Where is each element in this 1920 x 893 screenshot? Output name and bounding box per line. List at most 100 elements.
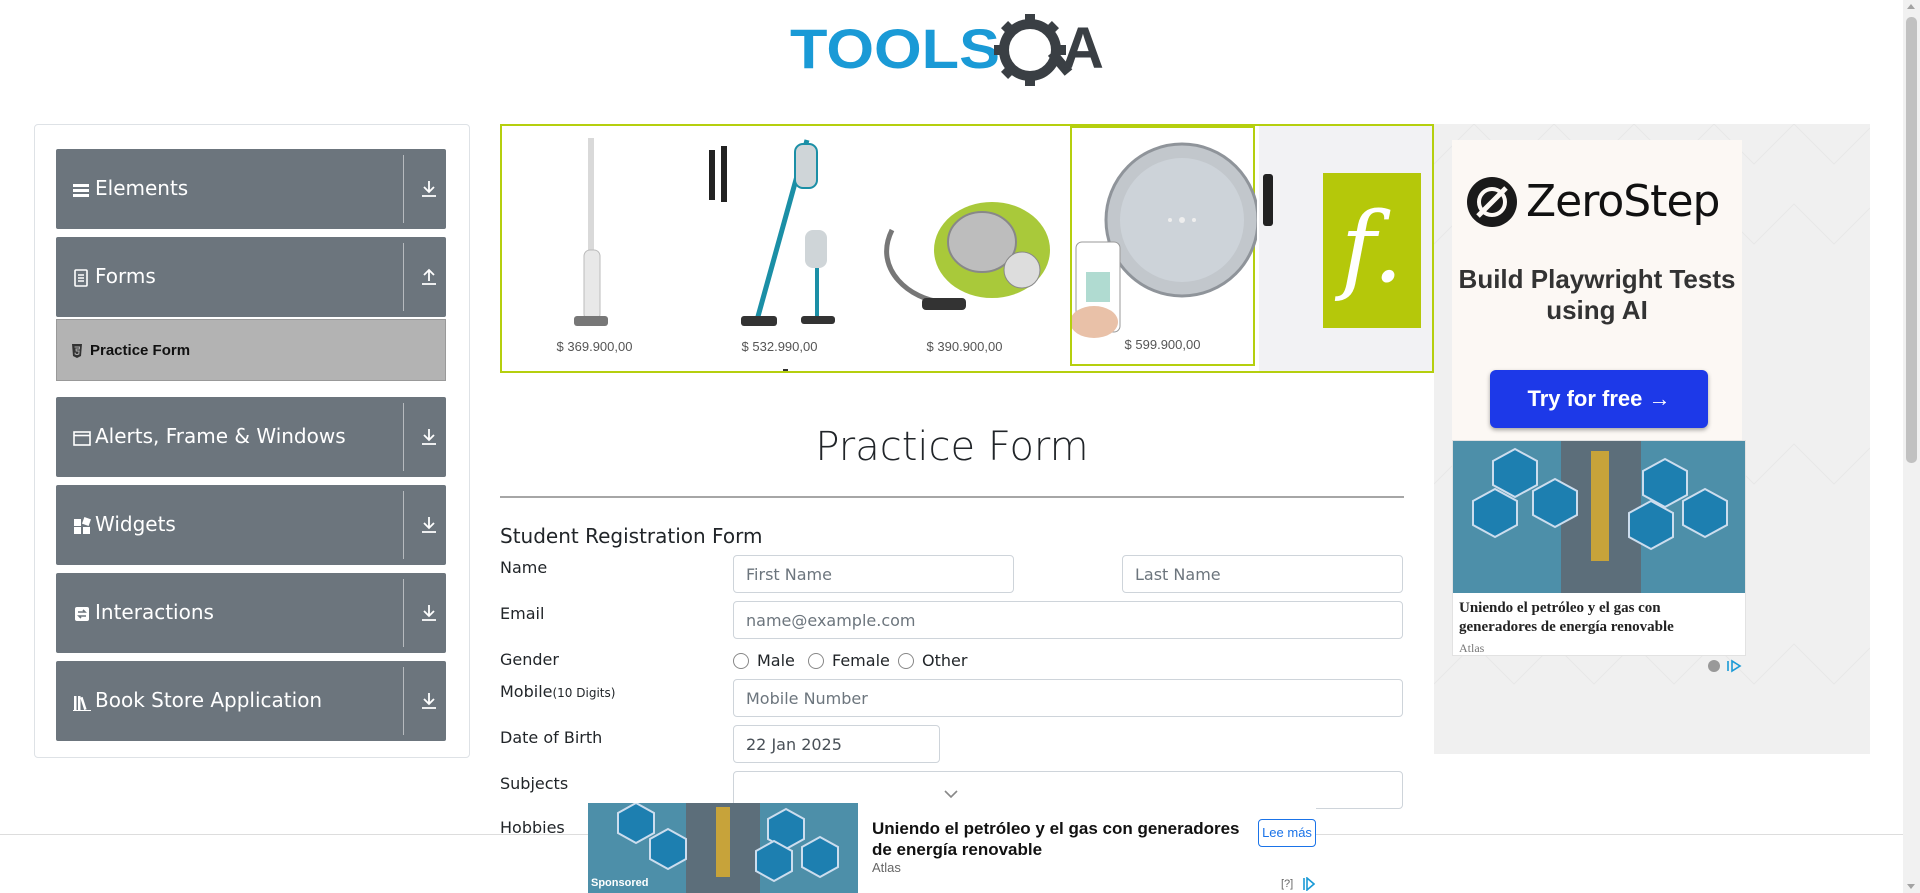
sidebar-group-interactions[interactable]: Interactions [56,573,446,653]
toolsqa-logo-icon: TOOLS A [790,14,1104,86]
stick-vacuum-image [574,138,608,326]
sidebar-item-label: Practice Form [90,342,191,359]
sidebar-group-widgets[interactable]: Widgets [56,485,446,565]
interactions-icon [75,607,89,621]
radio-circle[interactable] [733,653,749,669]
bottom-sponsored-ad[interactable]: Sponsored Uniendo el petróleo y el gas c… [588,803,1316,893]
email-label: Email [500,604,545,623]
mobile-label-text: Mobile [500,682,553,701]
read-more-button[interactable]: Lee más [1258,819,1316,847]
divider [403,667,404,735]
svg-text:TOOLS: TOOLS [790,17,1000,80]
zerostep-logo-icon [1467,177,1517,227]
adchoices-icon[interactable] [1301,877,1315,891]
mobile-hint: (10 Digits) [552,686,616,700]
cordless-vacuum-image [709,139,835,326]
bottom-ad-title[interactable]: Uniendo el petróleo y el gas con generad… [872,818,1252,860]
product-price: $ 390.900,00 [926,339,1003,354]
radio-label: Female [832,651,890,670]
falabella-logo[interactable]: f. [1323,173,1421,328]
sidebar-group-label: Forms [95,264,156,288]
article-image [1453,441,1745,593]
gender-label: Gender [500,650,559,669]
robot-vacuum-image [1072,142,1257,338]
try-for-free-button[interactable]: Try for free → [1490,370,1708,428]
product-price: $ 599.900,00 [1124,337,1201,352]
title-divider [500,496,1404,498]
divider [403,243,404,311]
carousel-indicator[interactable] [783,369,788,371]
radio-circle[interactable] [898,653,914,669]
sidebar-group-alerts-frame-windows[interactable]: Alerts, Frame & Windows [56,397,446,477]
download-arrow-icon[interactable] [420,179,438,199]
date-of-birth-input[interactable] [733,725,940,763]
product-card[interactable]: $ 369.900,00 [502,126,687,366]
toolsqa-logo[interactable]: TOOLS A [790,14,1116,92]
scroll-thumb[interactable] [1906,17,1917,463]
dob-label: Date of Birth [500,728,603,747]
download-arrow-icon[interactable] [420,515,438,535]
first-name-input[interactable] [733,555,1014,593]
product-card[interactable]: $ 532.990,00 [687,126,872,366]
name-label: Name [500,558,548,577]
divider [403,579,404,647]
sidebar-group-label: Book Store Application [95,688,323,712]
widgets-icon [74,517,91,534]
form-heading: Student Registration Form [500,524,763,548]
zerostep-card[interactable]: ZeroStep Build Playwright Tests using AI… [1452,140,1742,443]
carousel-scroll-handle[interactable] [1263,174,1273,226]
product-carousel-ad[interactable]: $ 369.900,00 $ 532.990,00 $ 390.900,00 $… [500,124,1434,373]
page-title: Practice Form [815,424,1089,470]
sponsored-article-card[interactable]: Uniendo el petróleo y el gas con generad… [1452,440,1746,656]
divider [403,403,404,471]
scroll-down-arrow-icon[interactable] [1907,884,1915,889]
divider [403,491,404,559]
sidebar-group-elements[interactable]: Elements [56,149,446,229]
sidebar: Elements Forms Practice Form Alerts, Fra… [34,124,470,758]
product-card[interactable]: $ 599.900,00 [1070,126,1257,366]
product-card[interactable]: $ 390.900,00 [872,126,1057,366]
download-arrow-icon[interactable] [420,691,438,711]
sidebar-group-forms[interactable]: Forms [56,237,446,317]
subjects-label: Subjects [500,774,569,793]
download-arrow-icon[interactable] [420,603,438,623]
svg-text:A: A [1062,16,1104,81]
zerostep-brand: ZeroStep [1526,176,1720,227]
page-scrollbar[interactable] [1903,0,1920,893]
sidebar-group-book-store-application[interactable]: Book Store Application [56,661,446,741]
scroll-up-arrow-icon[interactable] [1907,4,1915,9]
window-icon [73,431,91,446]
canister-vacuum-image [884,202,1050,310]
ad-help-link[interactable]: [?] [1281,878,1293,890]
divider [403,155,404,223]
sidebar-group-label: Alerts, Frame & Windows [95,424,346,448]
sidebar-item-practice-form[interactable]: Practice Form [56,319,446,381]
article-source: Atlas [1459,641,1485,655]
bottom-ad-source: Atlas [872,860,901,875]
mobile-label: Mobile(10 Digits) [500,682,615,701]
html5-icon [72,344,82,358]
books-icon [73,696,91,711]
brand-panel: f. [1259,126,1432,371]
document-icon [74,269,88,287]
sidebar-group-label: Elements [95,176,189,200]
upload-arrow-icon[interactable] [420,267,438,287]
product-price: $ 532.990,00 [741,339,818,354]
zerostep-tagline: Build Playwright Tests using AI [1458,264,1736,325]
radio-circle[interactable] [808,653,824,669]
radio-label: Other [922,651,968,670]
sidebar-group-label: Widgets [95,512,176,536]
hamburger-icon [73,184,89,197]
product-price: $ 369.900,00 [556,339,633,354]
zerostep-ad[interactable]: ZeroStep Build Playwright Tests using AI… [1434,124,1870,754]
adchoices-icon[interactable] [1706,658,1746,674]
email-input[interactable] [733,601,1403,639]
download-arrow-icon[interactable] [420,427,438,447]
last-name-input[interactable] [1122,555,1403,593]
sidebar-group-label: Interactions [95,600,214,624]
sponsored-label: Sponsored [591,877,649,889]
chevron-down-icon[interactable] [944,789,958,799]
radio-label: Male [757,651,795,670]
mobile-number-input[interactable] [733,679,1403,717]
article-title[interactable]: Uniendo el petróleo y el gas con generad… [1459,599,1739,637]
